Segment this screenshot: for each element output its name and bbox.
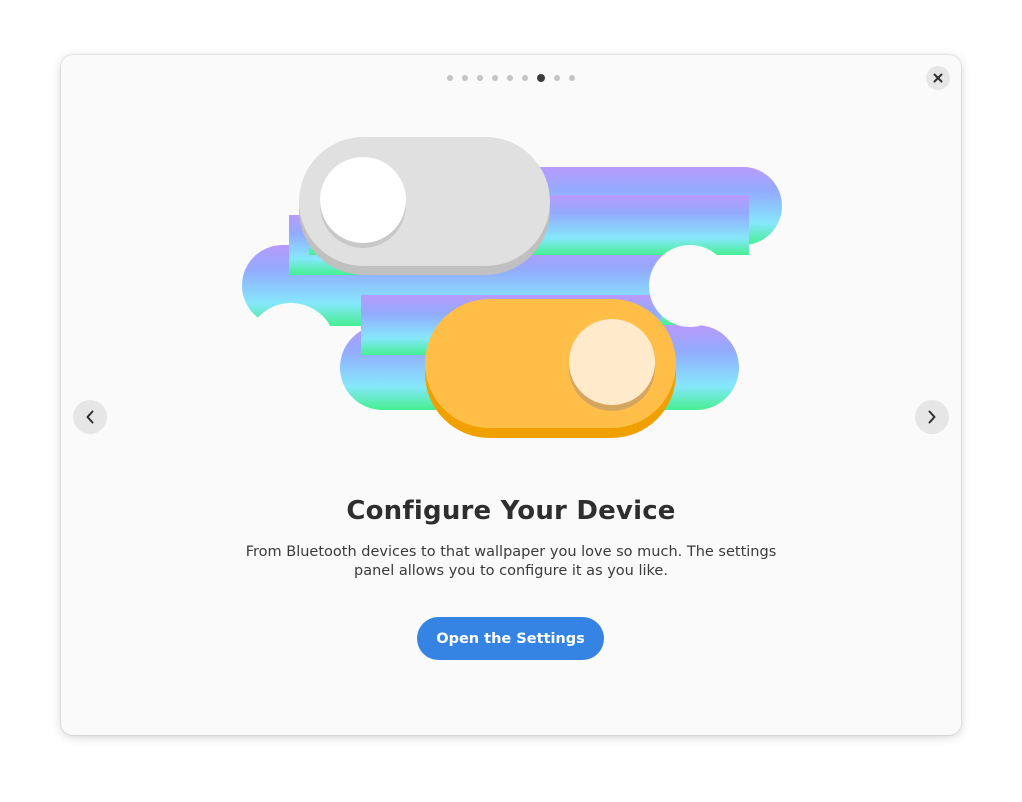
chevron-right-icon <box>928 410 936 424</box>
next-page-button[interactable] <box>915 400 949 434</box>
page-title: Configure Your Device <box>346 496 676 526</box>
settings-illustration <box>242 137 782 438</box>
page-description: From Bluetooth devices to that wallpaper… <box>245 544 777 579</box>
chevron-left-icon <box>86 410 94 424</box>
open-settings-button[interactable]: Open the Settings <box>417 617 604 660</box>
toggle-off-graphic <box>299 137 550 275</box>
previous-page-button[interactable] <box>73 400 107 434</box>
welcome-dialog: Configure Your Device From Bluetooth dev… <box>61 55 961 735</box>
toggle-on-graphic <box>425 299 676 438</box>
